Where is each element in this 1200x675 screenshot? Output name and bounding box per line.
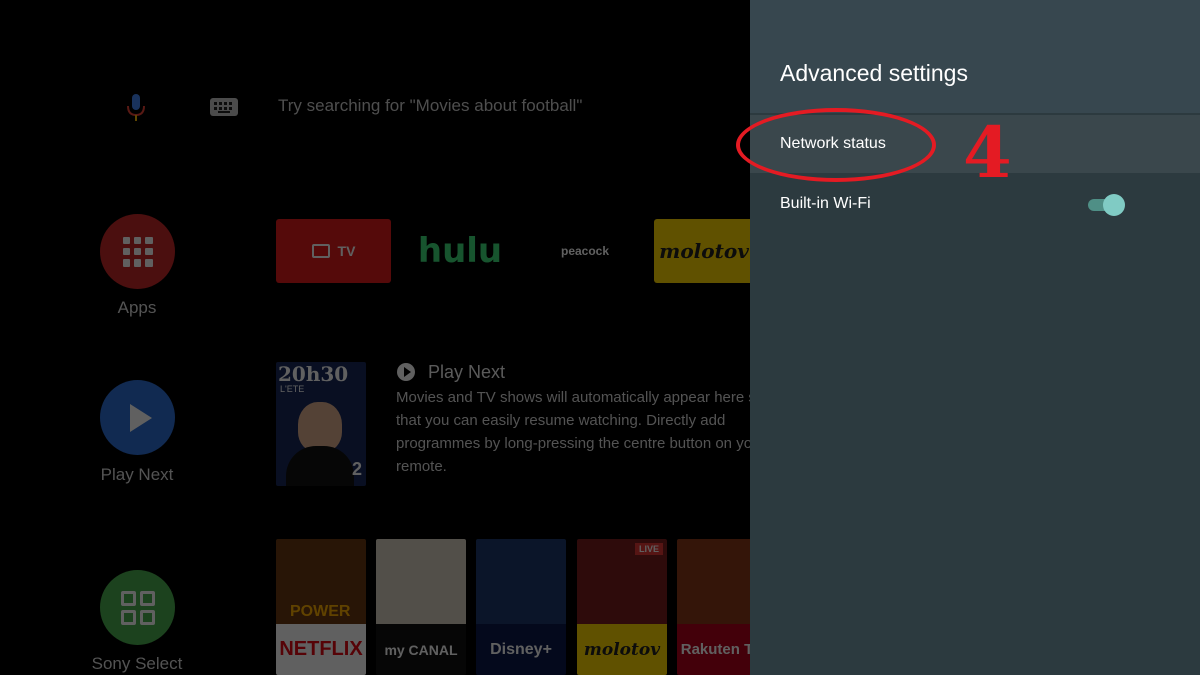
sony-select-button[interactable] <box>100 570 175 645</box>
content-tile-disney[interactable]: Disney+ <box>476 539 566 675</box>
content-tile-canal[interactable]: my CANAL <box>376 539 466 675</box>
tile-brand: Disney+ <box>476 624 566 675</box>
toggle-knob <box>1103 194 1125 216</box>
play-next-button[interactable] <box>100 380 175 455</box>
apps-label: Apps <box>117 298 157 317</box>
app-tile-tv[interactable]: TV <box>276 219 391 283</box>
advanced-settings-panel: Advanced settings Network status Built-i… <box>750 0 1200 675</box>
tile-artwork <box>476 539 566 624</box>
built-in-wifi-label: Built-in Wi-Fi <box>780 195 871 212</box>
play-next-title: Play Next <box>428 362 506 382</box>
wifi-toggle[interactable] <box>1085 194 1125 216</box>
tile-brand: Rakuten TV <box>677 624 750 675</box>
keyboard-icon[interactable] <box>210 98 238 116</box>
tile-overlay-title: POWER <box>290 603 351 620</box>
app-tile-label: hulu <box>417 231 503 271</box>
poster-title: 20h30 <box>278 362 349 386</box>
app-tile-molotov[interactable]: molotov <box>654 219 750 283</box>
content-tile-rakuten[interactable]: Rakuten TV <box>677 539 750 675</box>
poster-person <box>298 402 342 452</box>
tile-artwork <box>376 539 466 624</box>
app-tile-label: molotov <box>659 239 749 263</box>
app-tile-label: peacock <box>560 244 610 258</box>
live-badge: LIVE <box>635 543 664 555</box>
tile-brand: my CANAL <box>376 624 466 675</box>
apps-grid-icon <box>122 236 153 267</box>
app-tile-hulu[interactable]: hulu <box>405 219 515 283</box>
play-next-description: Movies and TV shows will automatically a… <box>396 389 750 475</box>
panel-header: Advanced settings <box>750 0 1200 113</box>
tile-brand: NETFLIX <box>276 624 366 675</box>
tile-brand: molotov <box>577 624 667 675</box>
step-number: 4 <box>963 111 1012 194</box>
poster-channel: 2 <box>351 459 362 479</box>
app-tile-peacock[interactable]: peacock <box>530 219 640 283</box>
search-hint-text[interactable]: Try searching for "Movies about football… <box>278 96 582 116</box>
sony-select-icon <box>120 590 155 625</box>
poster-suit <box>286 446 354 486</box>
highlight-ring <box>736 108 936 182</box>
play-next-label: Play Next <box>100 465 174 484</box>
play-next-icon <box>397 363 415 381</box>
apps-button[interactable] <box>100 214 175 289</box>
tile-artwork <box>677 539 750 624</box>
panel-title: Advanced settings <box>780 60 968 86</box>
tv-icon <box>311 244 330 258</box>
home-screen-background: Try searching for "Movies about football… <box>0 0 750 675</box>
play-next-poster[interactable]: 20h30 L'ETE 2 <box>276 362 366 486</box>
sony-select-label: Sony Select <box>91 654 183 673</box>
microphone-icon[interactable] <box>126 94 146 122</box>
app-tile-label: TV <box>337 243 356 259</box>
play-icon <box>129 403 152 432</box>
content-tile-molotov[interactable]: molotov <box>577 539 667 675</box>
